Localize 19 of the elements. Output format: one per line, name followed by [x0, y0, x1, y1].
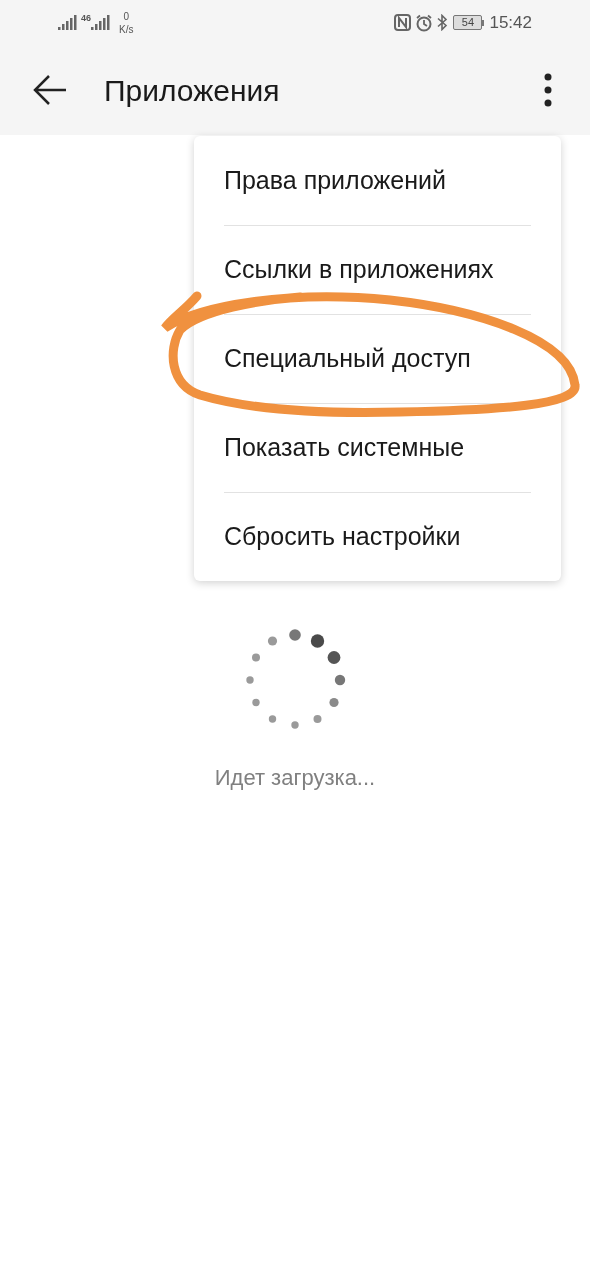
status-time: 15:42 — [489, 11, 532, 34]
menu-item[interactable]: Сбросить настройки — [224, 492, 531, 581]
screen-title: Приложения — [104, 72, 280, 109]
menu-item[interactable]: Права приложений — [224, 136, 531, 225]
speed-unit: K/s — [119, 22, 134, 36]
network-type: 46 — [81, 12, 91, 25]
menu-item[interactable]: Ссылки в приложениях — [224, 225, 531, 314]
more-vertical-icon — [544, 73, 552, 107]
nfc-icon — [394, 14, 412, 31]
menu-item[interactable]: Показать системные — [224, 403, 531, 492]
signal-icon — [91, 14, 111, 31]
menu-item[interactable]: Специальный доступ — [224, 314, 531, 403]
speed-value: 0 — [123, 9, 129, 23]
signal-icon — [58, 14, 78, 31]
loading-text: Идет загрузка... — [214, 764, 376, 792]
bluetooth-icon — [437, 14, 449, 31]
back-arrow-icon — [32, 74, 68, 106]
alarm-icon — [415, 13, 434, 32]
battery-level: 54 — [461, 17, 475, 28]
